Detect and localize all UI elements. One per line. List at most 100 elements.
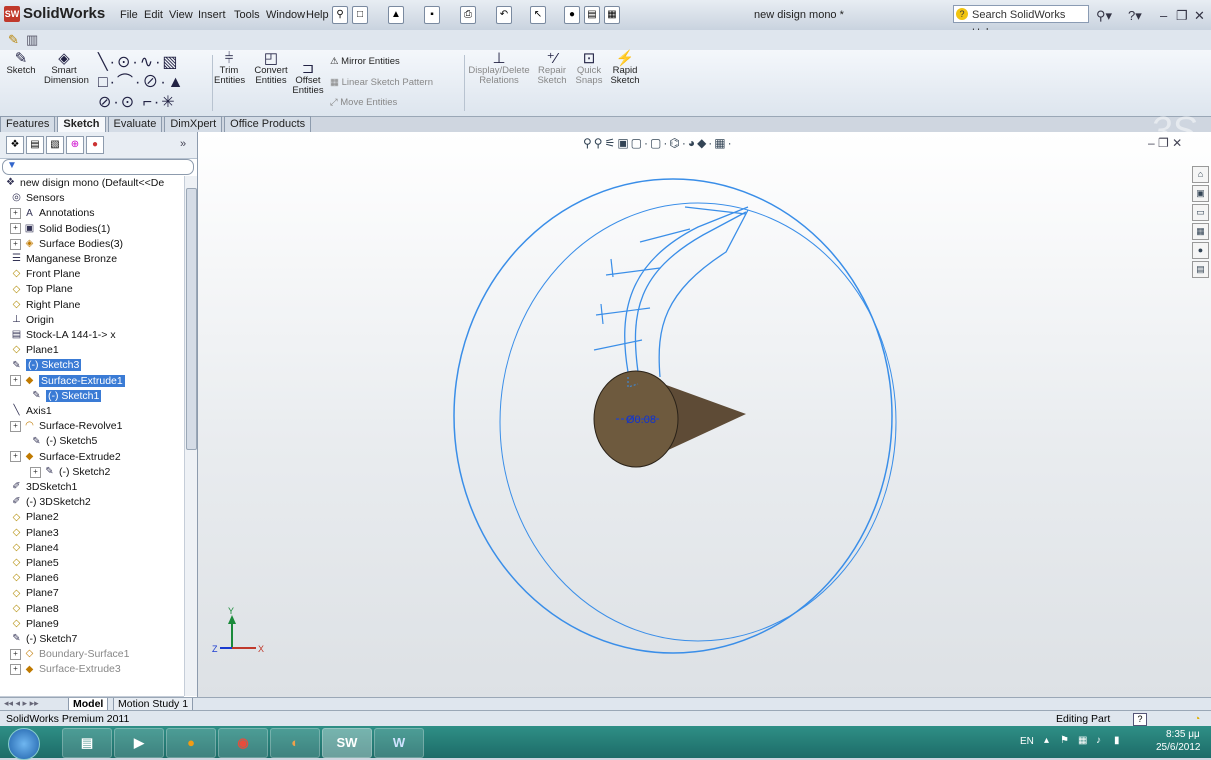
tree-item[interactable]: ◇ Plane6 [10,571,59,586]
search-go-icon[interactable]: ⚲▾ [1096,8,1112,24]
word-taskbar-icon[interactable]: W [374,728,424,758]
tree-item[interactable]: ✎ (-) Sketch1 [30,389,102,404]
expand-toggle-icon[interactable]: + [10,420,21,432]
expand-toggle-icon[interactable]: + [10,208,21,220]
show-hidden-icons-icon[interactable]: ▴ [1044,735,1049,746]
start-button-icon[interactable] [8,728,40,760]
clock-date[interactable]: 25/6/2012 [1156,742,1201,753]
tree-item[interactable]: ◇ Plane1 [10,343,59,358]
save-icon[interactable]: ▪ [424,6,440,24]
pin-icon[interactable]: ⚲ [332,6,348,24]
tree-item[interactable]: ◇ Plane3 [10,526,59,541]
tree-item[interactable]: ✐ (-) 3DSketch2 [10,495,90,510]
tree-item[interactable]: ◇ Top Plane [10,282,73,297]
tree-item[interactable]: ✐ 3DSketch1 [10,480,77,495]
file-properties-icon[interactable]: ▤ [584,6,600,24]
sketch-entities-group[interactable]: ╲·⊙·∿·▧ □·⌒·⊘·▲ ⊘·⊙ ⌐·✳ [98,53,186,113]
app-taskbar-icon[interactable]: ◐ [270,728,320,758]
tree-item[interactable]: ◎ Sensors [10,191,64,206]
tab-sketch[interactable]: Sketch [57,116,106,132]
expand-toggle-icon[interactable]: + [30,466,41,478]
tree-item[interactable]: + ◆ Surface-Extrude1 [10,374,125,389]
tree-item[interactable]: ◇ Right Plane [10,298,81,313]
tab-evaluate[interactable]: Evaluate [107,116,163,132]
tab-scroll-arrows[interactable]: ◂◂ ◂ ▸ ▸▸ [4,698,39,709]
restore-icon[interactable]: ❐ [1176,8,1188,24]
property-manager-icon[interactable]: ▤ [26,136,44,154]
volume-icon[interactable]: ♪ [1096,735,1101,746]
select-icon[interactable]: ↖ [530,6,546,24]
panel-icon[interactable]: ▥ [26,32,38,48]
tree-item[interactable]: ✎ (-) Sketch5 [30,434,97,449]
tree-item[interactable]: ◇ Front Plane [10,267,81,282]
tree-item[interactable]: ⊥ Origin [10,313,54,328]
language-indicator[interactable]: EN [1020,736,1034,747]
action-center-icon[interactable]: ⚑ [1060,735,1069,746]
sketch-button[interactable]: ✎ Sketch [6,51,36,76]
tree-item[interactable]: ◇ Plane4 [10,541,59,556]
linear-sketch-pattern-button[interactable]: ▦ Linear Sketch Pattern [330,77,433,88]
close-icon[interactable]: ✕ [1194,8,1205,24]
scrollbar-thumb[interactable] [186,188,197,450]
graphics-area[interactable]: ⚲⚲⚟▣▢·▢·⌬·◕◆·▦· – ❐ ✕ ⌂ ▣ ▭ ▦ ● ▤ Ø0.08 [198,132,1211,697]
tree-item[interactable]: ❖ new disign mono (Default<<De [4,176,164,191]
tree-item[interactable]: + ◆ Surface-Extrude3 [10,662,121,677]
tree-item[interactable]: + ▣ Solid Bodies(1) [10,222,110,237]
network-icon[interactable]: ▦ [1078,735,1087,746]
tree-item[interactable]: + ◠ Surface-Revolve1 [10,419,122,434]
expand-pane-icon[interactable]: » [180,138,186,150]
tree-item[interactable]: ☰ Manganese Bronze [10,252,117,267]
help-icon[interactable]: ? [1133,713,1147,726]
move-entities-button[interactable]: ⤢ Move Entities [330,97,397,108]
options-icon[interactable]: ▦ [604,6,620,24]
rapid-sketch-button[interactable]: ⚡ Rapid Sketch [608,51,642,86]
tree-item[interactable]: + ◇ Boundary-Surface1 [10,647,129,662]
expand-toggle-icon[interactable]: + [10,648,21,660]
menu-view[interactable]: View [169,9,193,21]
smart-dimension-button[interactable]: ◈ Smart Dimension [44,51,89,86]
menu-tools[interactable]: Tools [234,9,260,21]
menu-window[interactable]: Window [266,9,305,21]
tree-item[interactable]: ◇ Plane8 [10,602,59,617]
pencil-icon[interactable]: ✎ [8,32,19,48]
tree-filter-input[interactable]: ▼ [2,159,194,175]
repair-sketch-button[interactable]: ⁺⁄ Repair Sketch [536,51,568,86]
tab-dimxpert[interactable]: DimXpert [164,116,223,132]
new-document-icon[interactable]: □ [352,6,368,24]
chrome-taskbar-icon[interactable]: ◉ [218,728,268,758]
menu-edit[interactable]: Edit [144,9,163,21]
help-icon[interactable]: ?▾ [1128,8,1142,24]
expand-toggle-icon[interactable]: + [10,664,21,676]
rebuild-icon[interactable]: ● [564,6,580,24]
tree-item[interactable]: + ✎ (-) Sketch2 [30,465,110,480]
minimize-icon[interactable]: – [1160,8,1167,23]
search-input[interactable]: ?Search SolidWorks Help [953,5,1089,39]
firefox-taskbar-icon[interactable]: ● [166,728,216,758]
print-icon[interactable]: ⎙ [460,6,476,24]
mirror-entities-button[interactable]: ⚠ Mirror Entities [330,56,400,67]
menu-insert[interactable]: Insert [198,9,226,21]
dimxpert-manager-icon[interactable]: ⊕ [66,136,84,154]
clock-time[interactable]: 8:35 μμ [1166,729,1200,740]
trim-entities-button[interactable]: ⫩ Trim Entities [214,51,245,86]
expand-toggle-icon[interactable]: + [10,451,21,463]
tree-item[interactable]: ◇ Plane7 [10,586,59,601]
offset-entities-button[interactable]: ⊐ Offset Entities [292,61,324,96]
quick-snaps-button[interactable]: ⊡ Quick Snaps [574,51,604,86]
display-delete-relations-button[interactable]: ⊥ Display/Delete Relations [468,51,530,86]
tree-item[interactable]: ╲ Axis1 [10,404,51,419]
explorer-taskbar-icon[interactable]: ▤ [62,728,112,758]
dimension-label[interactable]: Ø0.08 [626,414,656,426]
feature-manager-icon[interactable]: ❖ [6,136,24,154]
undo-icon[interactable]: ↶ [496,6,512,24]
tree-item[interactable]: + A Annotations [10,206,94,221]
status-indicator-icon[interactable]: ◔ [1194,711,1200,727]
tab-features[interactable]: Features [0,116,56,132]
tree-item[interactable]: ◇ Plane9 [10,617,59,632]
open-icon[interactable]: ▲ [388,6,404,24]
tree-item[interactable]: ▤ Stock-LA 144-1-> x [10,328,116,343]
tree-item[interactable]: ◇ Plane5 [10,556,59,571]
configuration-manager-icon[interactable]: ▧ [46,136,64,154]
app-logo[interactable]: SW SolidWorks [4,5,105,22]
expand-toggle-icon[interactable]: + [10,223,21,235]
